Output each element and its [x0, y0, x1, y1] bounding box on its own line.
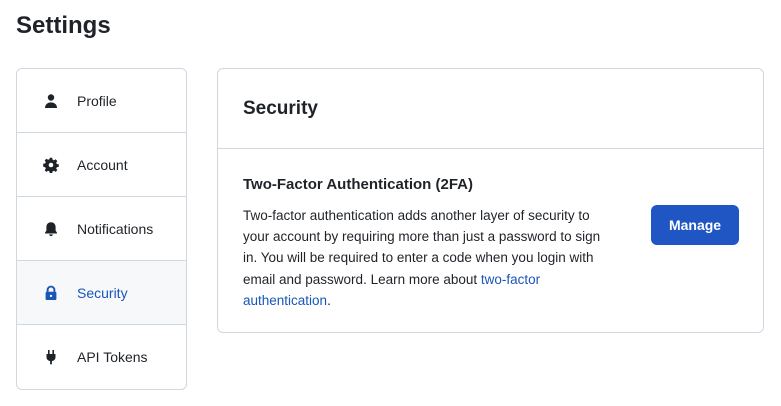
- sidebar-item-profile[interactable]: Profile: [17, 69, 186, 133]
- twofa-description-text: Two-factor authentication adds another l…: [243, 208, 601, 287]
- sidebar-item-label: Profile: [77, 92, 117, 109]
- page-title: Settings: [16, 12, 111, 39]
- plug-icon: [43, 349, 59, 365]
- card-header: Security: [218, 69, 763, 149]
- twofa-description-end: .: [327, 292, 331, 308]
- sidebar-item-label: Notifications: [77, 220, 154, 237]
- sidebar-item-label: Security: [77, 284, 128, 301]
- gear-icon: [43, 157, 59, 173]
- bell-icon: [43, 221, 59, 237]
- sidebar-item-label: Account: [77, 156, 128, 173]
- twofa-title: Two-Factor Authentication (2FA): [243, 176, 473, 193]
- sidebar-item-security[interactable]: Security: [17, 261, 186, 325]
- settings-sidebar: Profile Account Notifications Security A…: [16, 68, 187, 390]
- person-icon: [43, 93, 59, 109]
- security-card: Security Two-Factor Authentication (2FA)…: [217, 68, 764, 333]
- security-title: Security: [243, 97, 318, 119]
- sidebar-item-label: API Tokens: [77, 349, 148, 365]
- sidebar-item-notifications[interactable]: Notifications: [17, 197, 186, 261]
- sidebar-item-api-tokens[interactable]: API Tokens: [17, 325, 186, 389]
- manage-2fa-button[interactable]: Manage: [651, 205, 739, 245]
- sidebar-item-account[interactable]: Account: [17, 133, 186, 197]
- twofa-description: Two-factor authentication adds another l…: [243, 205, 603, 311]
- twofa-section: Two-Factor Authentication (2FA) Two-fact…: [218, 149, 763, 311]
- lock-icon: [43, 285, 59, 301]
